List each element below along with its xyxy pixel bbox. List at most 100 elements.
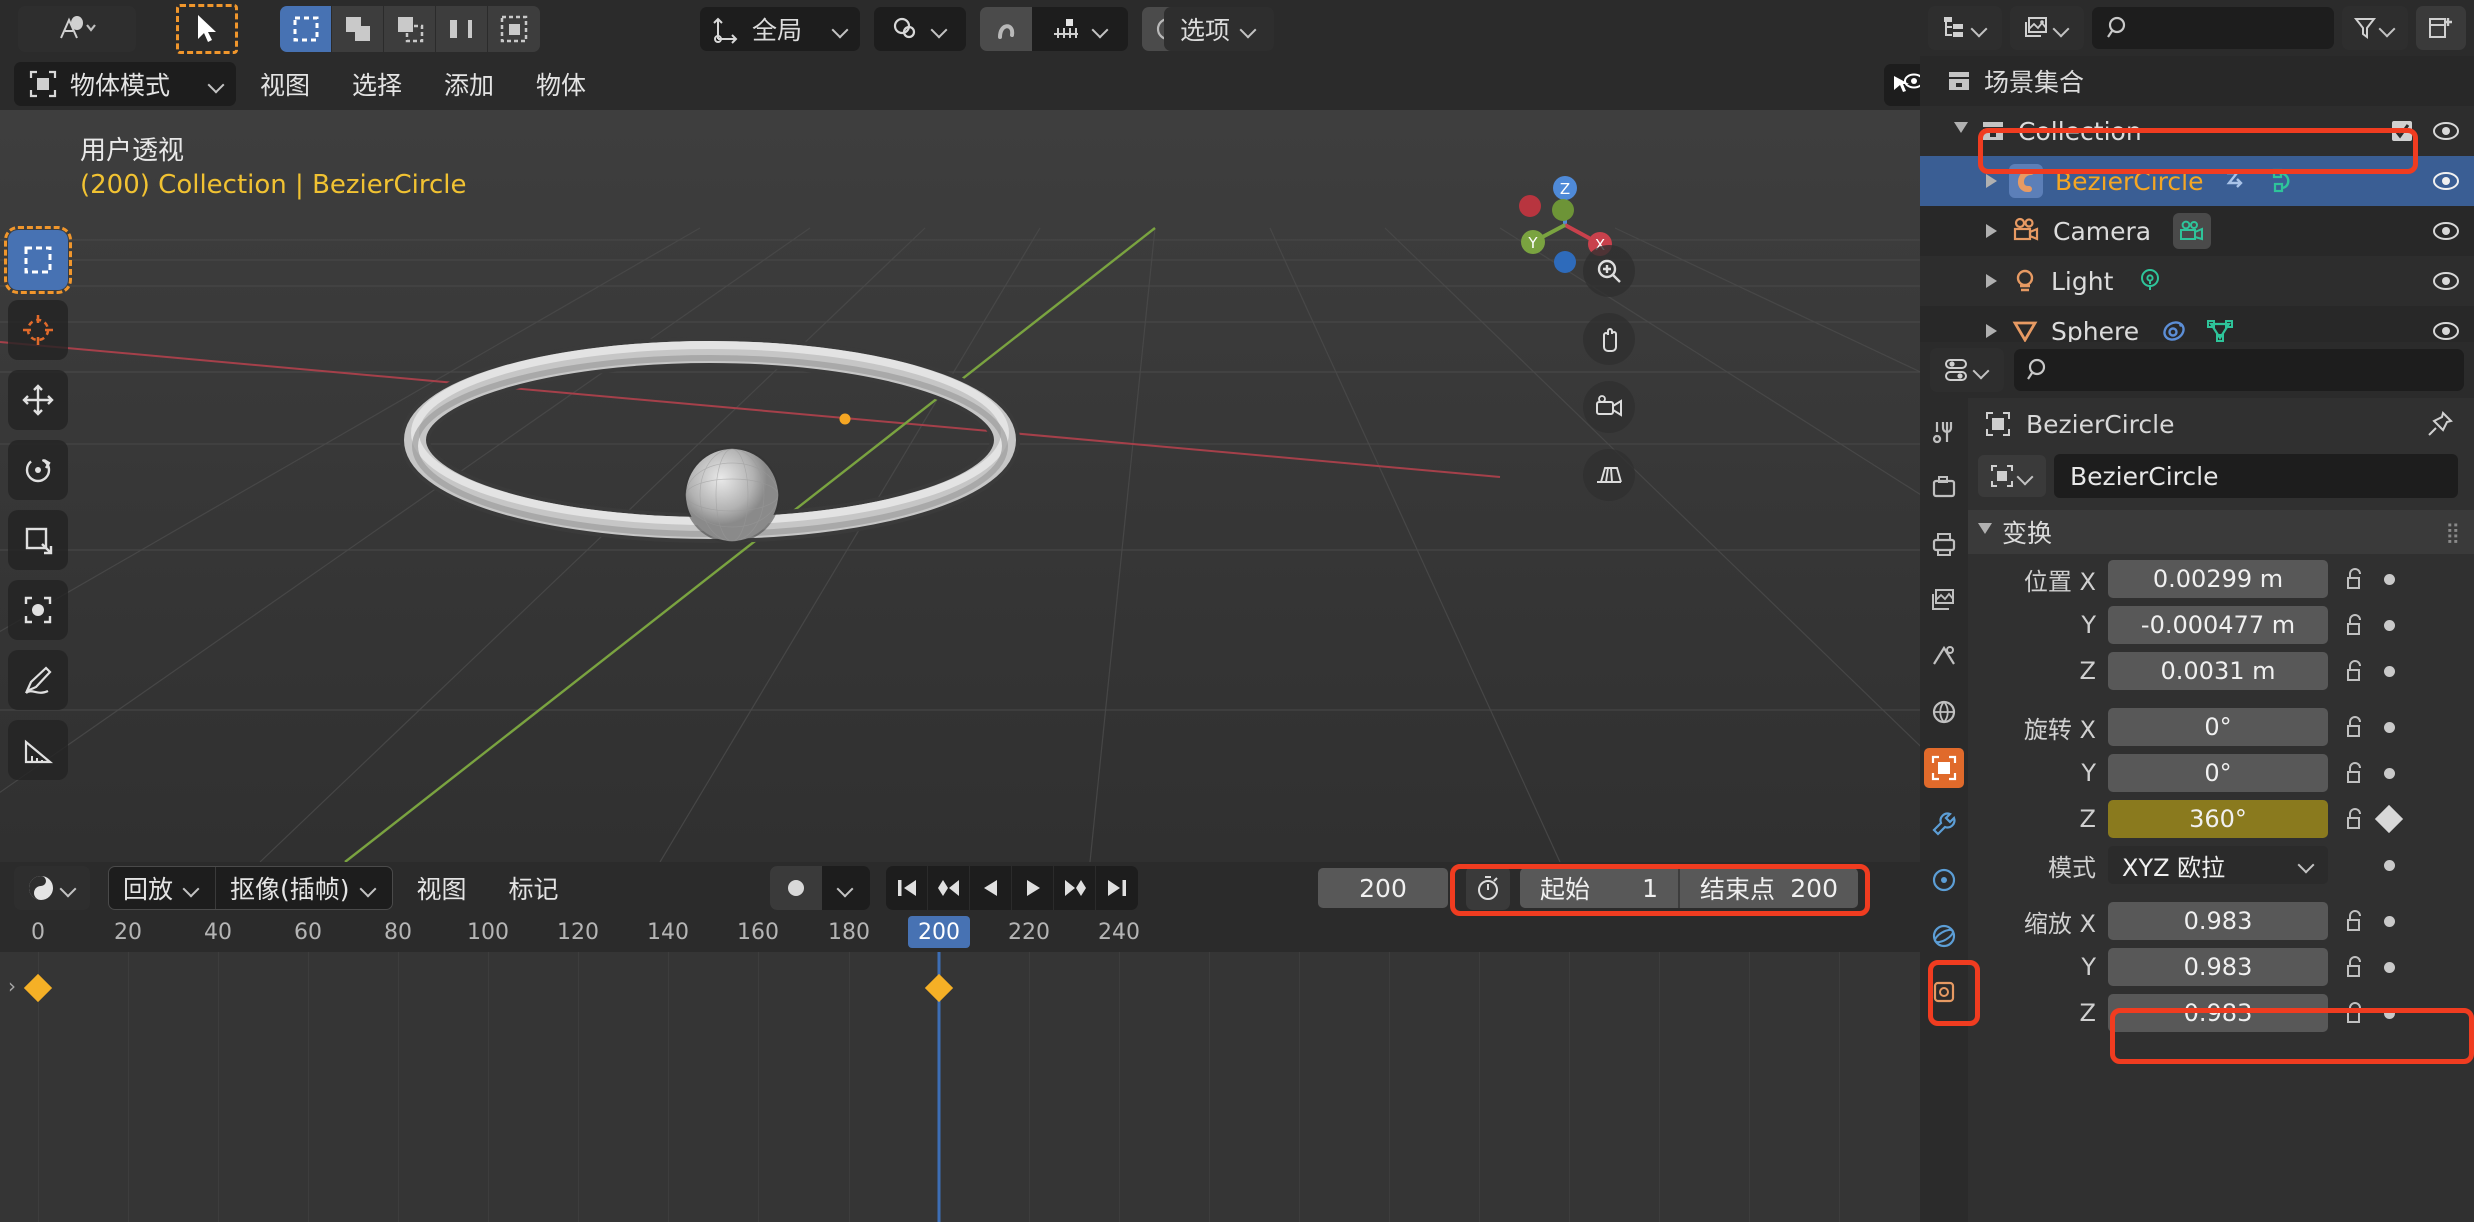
- ortho-toggle-button[interactable]: [1583, 449, 1635, 501]
- lock-icon[interactable]: [2338, 760, 2372, 786]
- menu-object[interactable]: 物体: [518, 62, 604, 106]
- chevron-down-icon[interactable]: [2053, 19, 2071, 37]
- outliner-search-input[interactable]: [2092, 7, 2334, 49]
- play-reverse-button[interactable]: [970, 866, 1012, 910]
- lock-icon[interactable]: [2338, 566, 2372, 592]
- current-frame-field[interactable]: 200: [1318, 868, 1448, 908]
- rotation-mode-dropdown[interactable]: XYZ 欧拉: [2108, 846, 2328, 884]
- tool-transform[interactable]: [8, 580, 68, 640]
- lock-icon[interactable]: [2338, 908, 2372, 934]
- properties-tab-constraints[interactable]: [1924, 972, 1964, 1012]
- disclosure-triangle-icon[interactable]: [1986, 324, 1997, 338]
- chevron-down-icon[interactable]: [1092, 20, 1110, 38]
- tool-move[interactable]: [8, 370, 68, 430]
- properties-tab-physics[interactable]: [1924, 916, 1964, 956]
- chevron-down-icon[interactable]: [183, 879, 201, 897]
- disclosure-triangle-icon[interactable]: [1978, 523, 1992, 541]
- chevron-down-icon[interactable]: [1973, 361, 1991, 379]
- timeline-editor-type[interactable]: [14, 866, 90, 910]
- zoom-button[interactable]: [1583, 245, 1635, 297]
- select-invert-icon[interactable]: [436, 6, 488, 52]
- outliner-filter-id-dropdown[interactable]: [2010, 6, 2084, 50]
- properties-tab-object[interactable]: [1924, 748, 1964, 788]
- chevron-down-icon[interactable]: [1971, 19, 1989, 37]
- outliner-row-light[interactable]: Light: [1920, 256, 2474, 306]
- eye-icon[interactable]: [2432, 171, 2460, 191]
- chevron-down-icon[interactable]: [931, 20, 949, 38]
- auto-keying-dropdown[interactable]: [822, 866, 870, 910]
- frame-end-field[interactable]: 结束点 200: [1680, 868, 1858, 908]
- lock-icon[interactable]: [2338, 806, 2372, 832]
- animate-property-dot[interactable]: [2376, 573, 2402, 585]
- select-cursor-tool-highlight[interactable]: [176, 4, 238, 54]
- snap-magnet-icon[interactable]: [980, 7, 1032, 51]
- eye-icon[interactable]: [2432, 321, 2460, 341]
- menu-playback[interactable]: 回放: [109, 867, 217, 909]
- rotation-x-field[interactable]: 0°: [2108, 708, 2328, 746]
- pivot-point-dropdown[interactable]: [874, 7, 966, 51]
- eye-icon[interactable]: [2432, 271, 2460, 291]
- camera-view-button[interactable]: [1583, 381, 1635, 433]
- rotation-z-field[interactable]: 360°: [2108, 800, 2328, 838]
- tool-cursor[interactable]: [8, 300, 68, 360]
- disclosure-triangle-icon[interactable]: [1954, 122, 1968, 140]
- properties-editor-type-dropdown[interactable]: [1930, 348, 2004, 392]
- outliner-filter-dropdown[interactable]: [2342, 6, 2408, 50]
- chevron-down-icon[interactable]: [837, 879, 855, 897]
- transform-panel-header[interactable]: 变换 ⣿: [1968, 510, 2474, 554]
- properties-tab-particles[interactable]: [1924, 860, 1964, 900]
- chevron-down-icon[interactable]: [832, 20, 850, 38]
- eye-icon[interactable]: [2432, 121, 2460, 141]
- outliner-row-beziercircle[interactable]: BezierCircle: [1920, 156, 2474, 206]
- animate-property-dot[interactable]: [2376, 915, 2402, 927]
- menu-select[interactable]: 选择: [334, 62, 420, 106]
- jump-end-button[interactable]: [1096, 866, 1138, 910]
- new-collection-button[interactable]: [2416, 6, 2466, 50]
- properties-tab-view-layer[interactable]: [1924, 580, 1964, 620]
- menu-keying[interactable]: 抠像(插帧): [216, 867, 392, 909]
- play-button[interactable]: [1012, 866, 1054, 910]
- next-keyframe-button[interactable]: [1054, 866, 1096, 910]
- 3d-viewport[interactable]: 用户透视 (200) Collection | BezierCircle Z X…: [0, 110, 1920, 862]
- outliner-row-collection[interactable]: Collection: [1920, 106, 2474, 156]
- properties-tab-world[interactable]: [1924, 692, 1964, 732]
- properties-tab-scene[interactable]: [1924, 636, 1964, 676]
- disclosure-triangle-icon[interactable]: [1986, 274, 1997, 288]
- animate-property-dot[interactable]: [2376, 721, 2402, 733]
- scale-z-field[interactable]: 0.983: [2108, 994, 2328, 1032]
- pan-button[interactable]: [1583, 313, 1635, 365]
- channel-expand-icon[interactable]: ›: [8, 974, 16, 998]
- animate-property-dot[interactable]: [2376, 665, 2402, 677]
- checkbox-icon[interactable]: [2390, 119, 2414, 143]
- chevron-down-icon[interactable]: [2017, 467, 2035, 485]
- rotation-y-field[interactable]: 0°: [2108, 754, 2328, 792]
- chevron-down-icon[interactable]: [360, 879, 378, 897]
- animate-property-dot[interactable]: [2376, 961, 2402, 973]
- location-x-field[interactable]: 0.00299 m: [2108, 560, 2328, 598]
- lock-icon[interactable]: [2338, 612, 2372, 638]
- jump-start-button[interactable]: [886, 866, 928, 910]
- menu-timeline-view[interactable]: 视图: [399, 866, 485, 910]
- animate-property-dot[interactable]: [2376, 767, 2402, 779]
- use-preview-range-button[interactable]: [1466, 866, 1510, 910]
- select-intersect-icon[interactable]: [488, 6, 540, 52]
- frame-start-field[interactable]: 起始 1: [1520, 868, 1680, 908]
- tool-select-box[interactable]: [4, 226, 72, 294]
- tool-rotate[interactable]: [8, 440, 68, 500]
- chevron-down-icon[interactable]: [1240, 20, 1258, 38]
- playhead-badge[interactable]: 200: [908, 916, 970, 948]
- properties-tab-modifiers[interactable]: [1924, 804, 1964, 844]
- outliner-row-scene-collection[interactable]: 场景集合: [1920, 56, 2474, 106]
- chevron-down-icon[interactable]: [208, 75, 226, 93]
- scale-y-field[interactable]: 0.983: [2108, 948, 2328, 986]
- properties-search-input[interactable]: [2014, 349, 2464, 391]
- keyframe-diamond-icon[interactable]: [2374, 804, 2404, 834]
- animate-property-dot[interactable]: [2376, 619, 2402, 631]
- keyframe-marker[interactable]: [924, 973, 954, 1003]
- select-new-icon[interactable]: [280, 6, 332, 52]
- auto-keying-button[interactable]: [770, 866, 822, 910]
- tool-scale[interactable]: [8, 510, 68, 570]
- animate-property-dot[interactable]: [2376, 859, 2402, 871]
- outliner-tree[interactable]: 场景集合 Collection BezierCircle Camera Ligh…: [1920, 56, 2474, 406]
- menu-timeline-marker[interactable]: 标记: [491, 866, 577, 910]
